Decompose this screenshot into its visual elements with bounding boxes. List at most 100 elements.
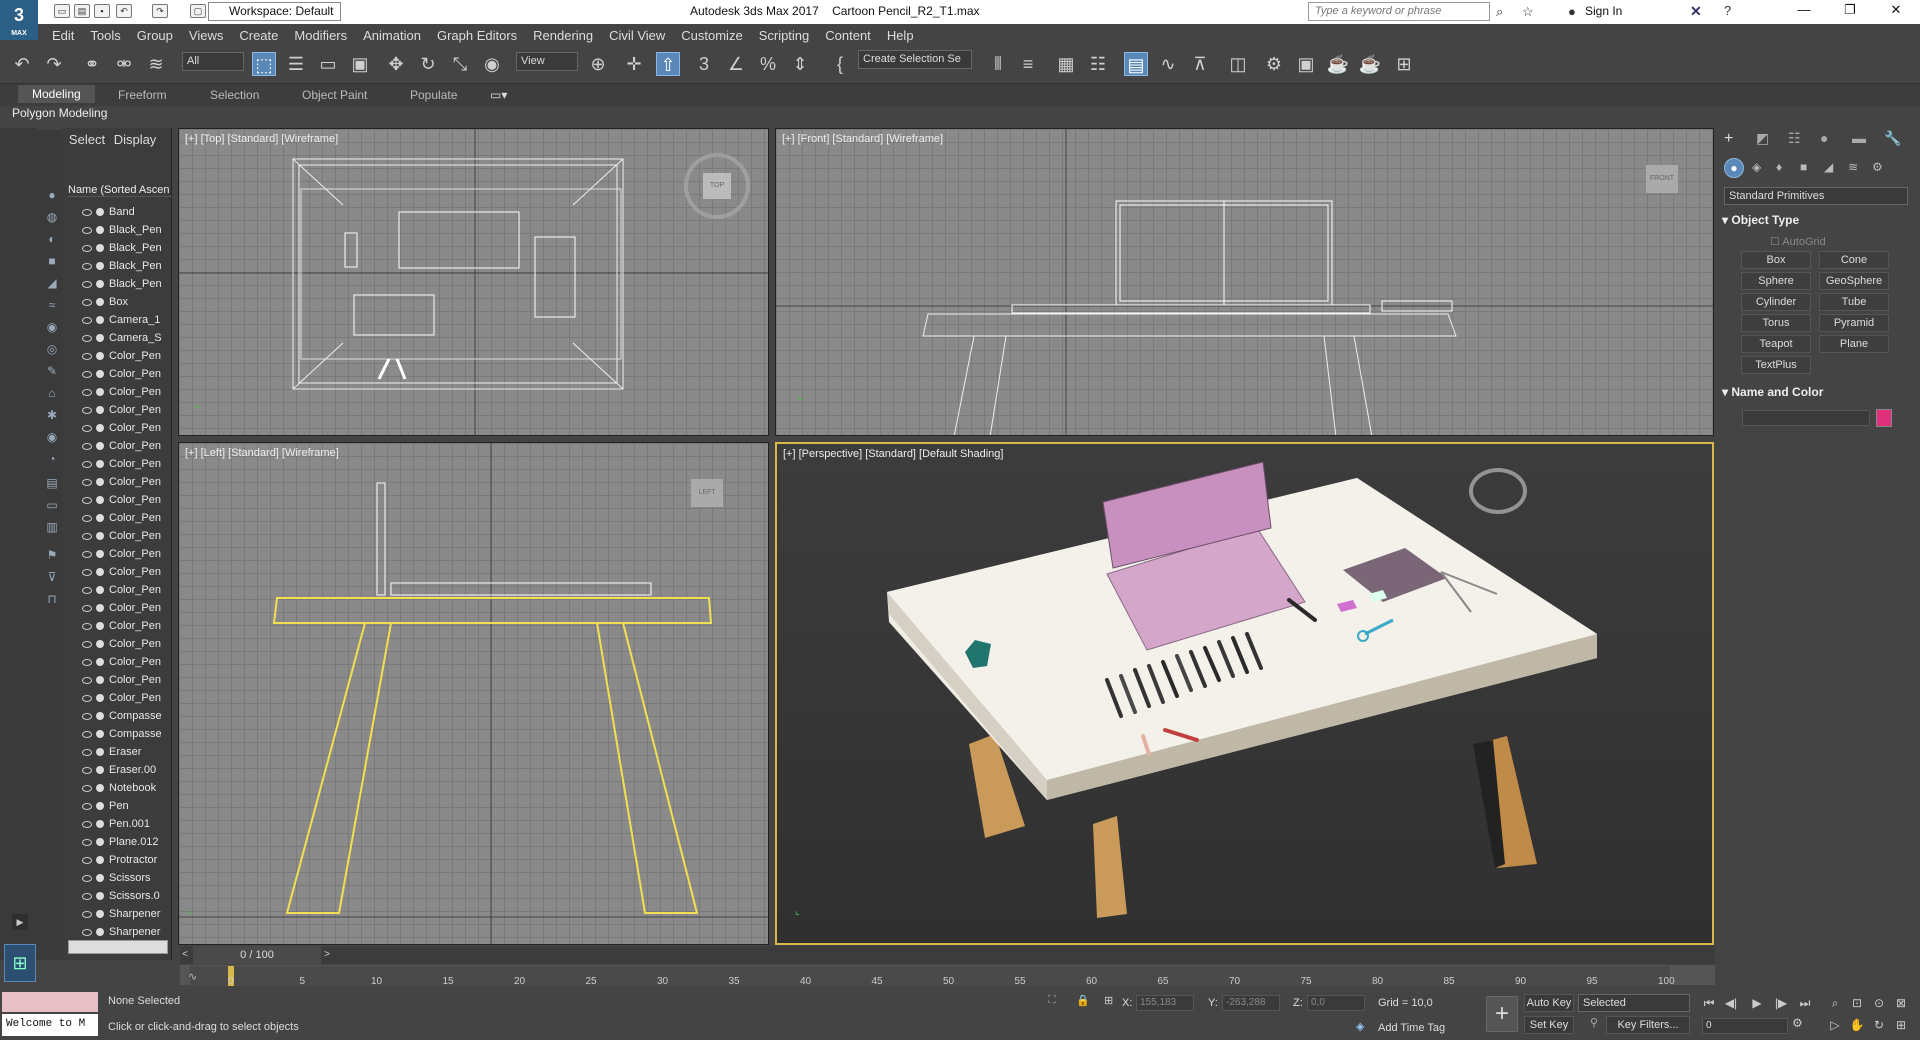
menu-graph-editors[interactable]: Graph Editors xyxy=(437,28,517,43)
visibility-eye-icon[interactable] xyxy=(82,262,92,270)
menu-civil-view[interactable]: Civil View xyxy=(609,28,665,43)
key-filters-button[interactable]: Key Filters... xyxy=(1606,1016,1690,1034)
viewcube-perspective[interactable] xyxy=(1469,468,1527,514)
scene-list-item[interactable]: Compasse xyxy=(68,725,172,743)
percent-snap-icon[interactable]: % xyxy=(756,52,780,76)
scene-list-item[interactable]: Protractor xyxy=(68,851,172,869)
visibility-eye-icon[interactable] xyxy=(82,820,92,828)
search-input[interactable]: Type a keyword or phrase xyxy=(1308,2,1490,21)
teapot-button[interactable]: Teapot xyxy=(1741,335,1811,353)
close-button[interactable]: ✕ xyxy=(1876,2,1916,22)
viewcube-left[interactable]: LEFT xyxy=(691,479,723,507)
visibility-eye-icon[interactable] xyxy=(82,532,92,540)
tube-button[interactable]: Tube xyxy=(1819,293,1889,311)
zoom-all-icon[interactable]: ⊡ xyxy=(1848,996,1866,1012)
visibility-eye-icon[interactable] xyxy=(82,802,92,810)
viewport-front[interactable]: [+] [Front] [Standard] [Wireframe] FRONT… xyxy=(775,128,1714,436)
pivot-center-icon[interactable]: ⊕ xyxy=(586,52,610,76)
find-icon[interactable]: ⚑ xyxy=(44,548,60,562)
scene-list-item[interactable]: Plane.012 xyxy=(68,833,172,851)
select-by-name-icon[interactable]: ☰ xyxy=(284,52,308,76)
visibility-eye-icon[interactable] xyxy=(82,568,92,576)
tab-freeform[interactable]: Freeform xyxy=(118,88,167,102)
new-file-icon[interactable]: ▭ xyxy=(54,4,70,18)
display-all-icon[interactable]: ▤ xyxy=(44,476,60,490)
visibility-eye-icon[interactable] xyxy=(82,460,92,468)
y-coordinate-field[interactable]: -263,288 xyxy=(1222,995,1280,1011)
visibility-eye-icon[interactable] xyxy=(82,928,92,936)
display-spacewarps-icon[interactable]: ◉ xyxy=(44,320,60,334)
zoom-extents-icon[interactable]: ⊙ xyxy=(1870,996,1888,1012)
edit-named-selection-icon[interactable]: { xyxy=(828,52,852,76)
menu-tools[interactable]: Tools xyxy=(90,28,120,43)
scene-list-item[interactable]: Color_Pen xyxy=(68,689,172,707)
previous-frame-icon[interactable]: ◀| xyxy=(1722,996,1740,1012)
cameras-category-icon[interactable]: ■ xyxy=(1800,160,1807,174)
window-crossing-icon[interactable]: ▣ xyxy=(348,52,372,76)
scene-list-item[interactable]: Black_Pen xyxy=(68,239,172,257)
scene-list-item[interactable]: Black_Pen xyxy=(68,221,172,239)
display-xrefs-icon[interactable]: ✎ xyxy=(44,364,60,378)
maximize-button[interactable]: ❐ xyxy=(1830,2,1870,22)
scene-list-item[interactable]: Color_Pen xyxy=(68,599,172,617)
invert-display-icon[interactable]: ▥ xyxy=(44,520,60,534)
viewport-left[interactable]: [+] [Left] [Standard] [Wireframe] LEFT ⌞ xyxy=(178,442,769,945)
shapes-category-icon[interactable]: ◈ xyxy=(1752,160,1761,174)
ribbon-toggle-icon[interactable]: ▤ xyxy=(1124,52,1148,76)
explorer-hscrollbar[interactable] xyxy=(68,940,168,954)
object-color-swatch[interactable] xyxy=(1876,409,1892,427)
curve-editor-icon[interactable]: ∿ xyxy=(1156,52,1180,76)
render-cloud-icon[interactable]: ⊞ xyxy=(1392,52,1416,76)
scene-list-item[interactable]: Compasse xyxy=(68,707,172,725)
visibility-eye-icon[interactable] xyxy=(82,604,92,612)
next-frame-icon[interactable]: |▶ xyxy=(1772,996,1790,1012)
tab-selection[interactable]: Selection xyxy=(210,88,259,102)
display-containers-icon[interactable]: ✱ xyxy=(44,408,60,422)
object-name-field[interactable] xyxy=(1742,410,1870,426)
visibility-eye-icon[interactable] xyxy=(82,370,92,378)
display-none-icon[interactable]: ● xyxy=(44,188,60,202)
visibility-eye-icon[interactable] xyxy=(82,586,92,594)
visibility-eye-icon[interactable] xyxy=(82,856,92,864)
redo-icon[interactable]: ↷ xyxy=(42,52,66,76)
scene-list-item[interactable]: Camera_1 xyxy=(68,311,172,329)
visibility-eye-icon[interactable] xyxy=(82,784,92,792)
workspace-selector[interactable]: Workspace: Default xyxy=(208,2,341,21)
set-key-plus-icon[interactable]: + xyxy=(1486,996,1518,1032)
placement-icon[interactable]: ◉ xyxy=(480,52,504,76)
menu-content[interactable]: Content xyxy=(825,28,871,43)
sign-in-button[interactable]: Sign In xyxy=(1585,4,1622,18)
menu-modifiers[interactable]: Modifiers xyxy=(294,28,347,43)
visibility-eye-icon[interactable] xyxy=(82,334,92,342)
utilities-tab-icon[interactable]: 🔧 xyxy=(1884,130,1901,147)
visibility-eye-icon[interactable] xyxy=(82,226,92,234)
z-coordinate-field[interactable]: 0,0 xyxy=(1307,995,1365,1011)
scene-list-item[interactable]: Sharpener xyxy=(68,905,172,923)
maximize-viewport-icon[interactable]: ⊞ xyxy=(1892,1018,1910,1034)
pan-icon[interactable]: ✋ xyxy=(1848,1018,1866,1034)
tab-populate[interactable]: Populate xyxy=(410,88,457,102)
auto-key-button[interactable]: Auto Key xyxy=(1524,994,1574,1012)
geometry-category-icon[interactable]: ● xyxy=(1724,158,1744,178)
box-button[interactable]: Box xyxy=(1741,251,1811,269)
display-frozen-icon[interactable]: ◉ xyxy=(44,430,60,444)
save-icon[interactable]: ▪ xyxy=(94,4,110,18)
scene-list-item[interactable]: Color_Pen xyxy=(68,473,172,491)
textplus-button[interactable]: TextPlus xyxy=(1741,356,1811,374)
orbit-icon[interactable]: ↻ xyxy=(1870,1018,1888,1034)
motion-tab-icon[interactable]: ● xyxy=(1820,130,1828,146)
angle-snap-icon[interactable]: ∠ xyxy=(724,52,748,76)
torus-button[interactable]: Torus xyxy=(1741,314,1811,332)
scene-list-item[interactable]: Color_Pen xyxy=(68,419,172,437)
viewport-top[interactable]: [+] [Top] [Standard] [Wireframe] TOP ⌞ xyxy=(178,128,769,436)
hierarchy-tab-icon[interactable]: ☷ xyxy=(1788,130,1801,147)
mirror-icon[interactable]: ⫴ xyxy=(986,52,1010,76)
explorer-column-header[interactable]: Name (Sorted Ascen xyxy=(68,184,172,197)
visibility-eye-icon[interactable] xyxy=(82,406,92,414)
keyboard-shortcut-override-icon[interactable]: ⇧ xyxy=(656,52,680,76)
layer-icon[interactable]: ⊓ xyxy=(44,592,60,606)
layers-icon[interactable]: ☷ xyxy=(1086,52,1110,76)
rect-selection-icon[interactable]: ▭ xyxy=(316,52,340,76)
binoculars-icon[interactable]: ⌕ xyxy=(1496,4,1503,20)
scene-list-item[interactable]: Color_Pen xyxy=(68,455,172,473)
